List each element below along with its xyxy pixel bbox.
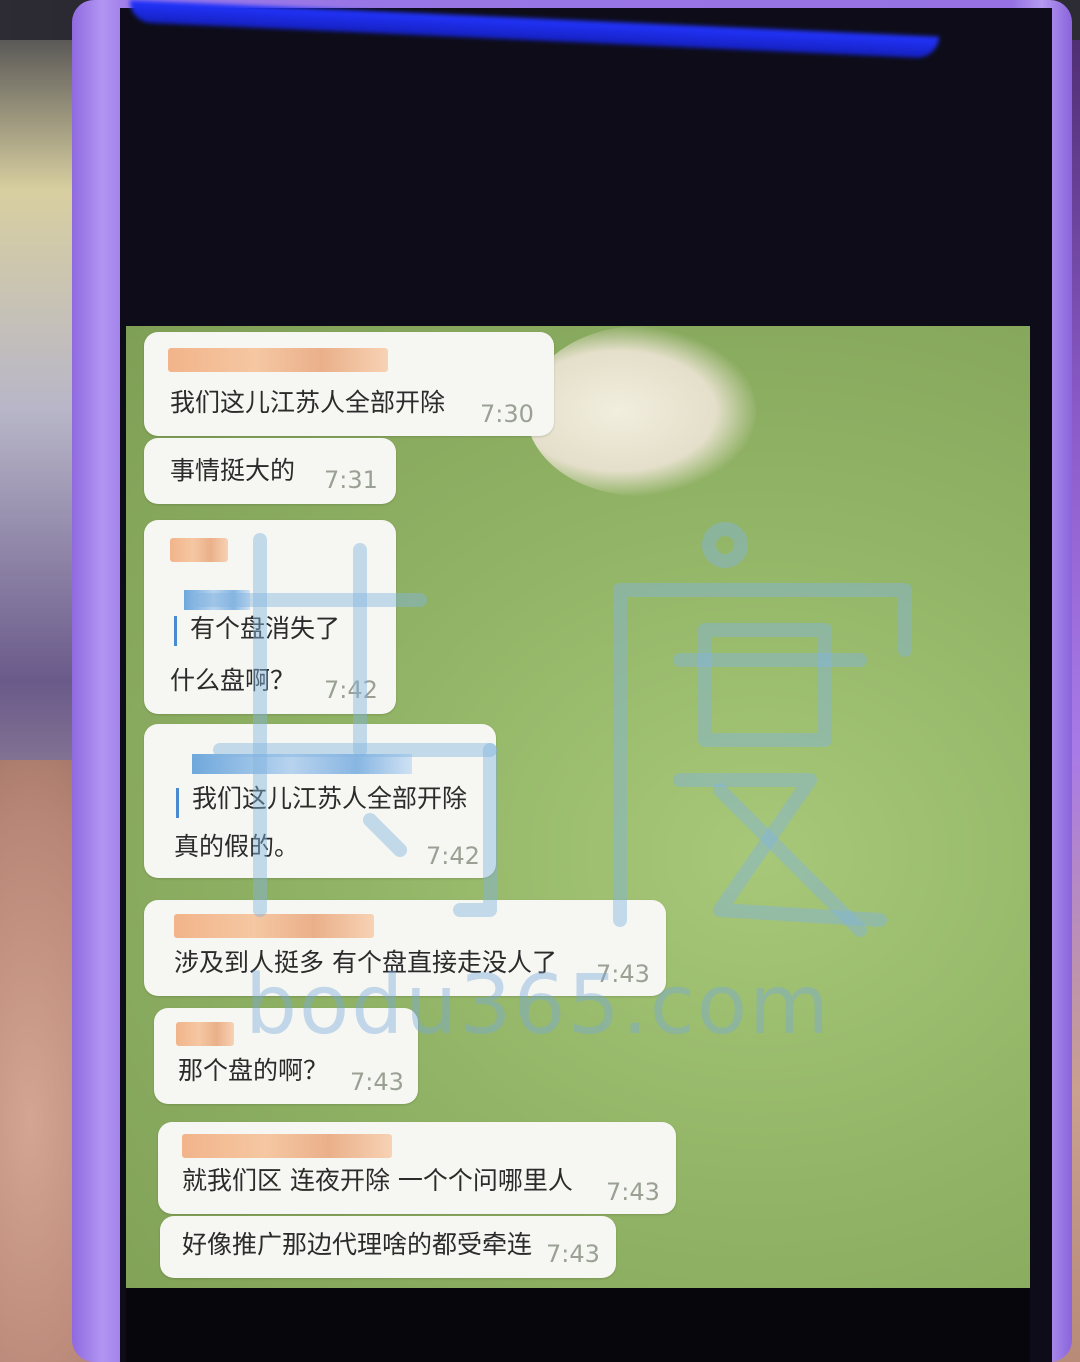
watermark-logo — [193, 522, 912, 937]
screen-bottom — [126, 1288, 1030, 1362]
message-text: 那个盘的啊？ — [178, 1056, 329, 1085]
message-time: 7:43 — [350, 1068, 404, 1096]
sender-name-redacted — [176, 1022, 234, 1046]
message-text: 事情挺大的 — [170, 456, 296, 485]
message-text: 我们这儿江苏人全部开除 — [170, 388, 446, 417]
message-bubble[interactable]: 事情挺大的 7:31 — [144, 438, 396, 504]
message-bubble[interactable]: 我们这儿江苏人全部开除 7:30 — [144, 332, 554, 436]
message-time: 7:43 — [546, 1240, 600, 1268]
watermark-text: bodu365.com — [245, 958, 831, 1053]
message-time: 7:43 — [606, 1178, 660, 1206]
wallpaper-flower — [526, 326, 756, 496]
message-bubble[interactable]: 好像推广那边代理啥的都受牵连 7:43 — [160, 1216, 616, 1278]
sender-name-redacted — [182, 1134, 392, 1158]
sender-name-redacted — [168, 348, 388, 372]
message-text: 就我们区 连夜开除 一个个问哪里人 — [182, 1166, 573, 1195]
message-text: 好像推广那边代理啥的都受牵连 — [182, 1230, 533, 1259]
message-time: 7:31 — [324, 466, 378, 494]
message-time: 7:30 — [480, 400, 534, 428]
message-bubble[interactable]: 就我们区 连夜开除 一个个问哪里人 7:43 — [158, 1122, 676, 1214]
